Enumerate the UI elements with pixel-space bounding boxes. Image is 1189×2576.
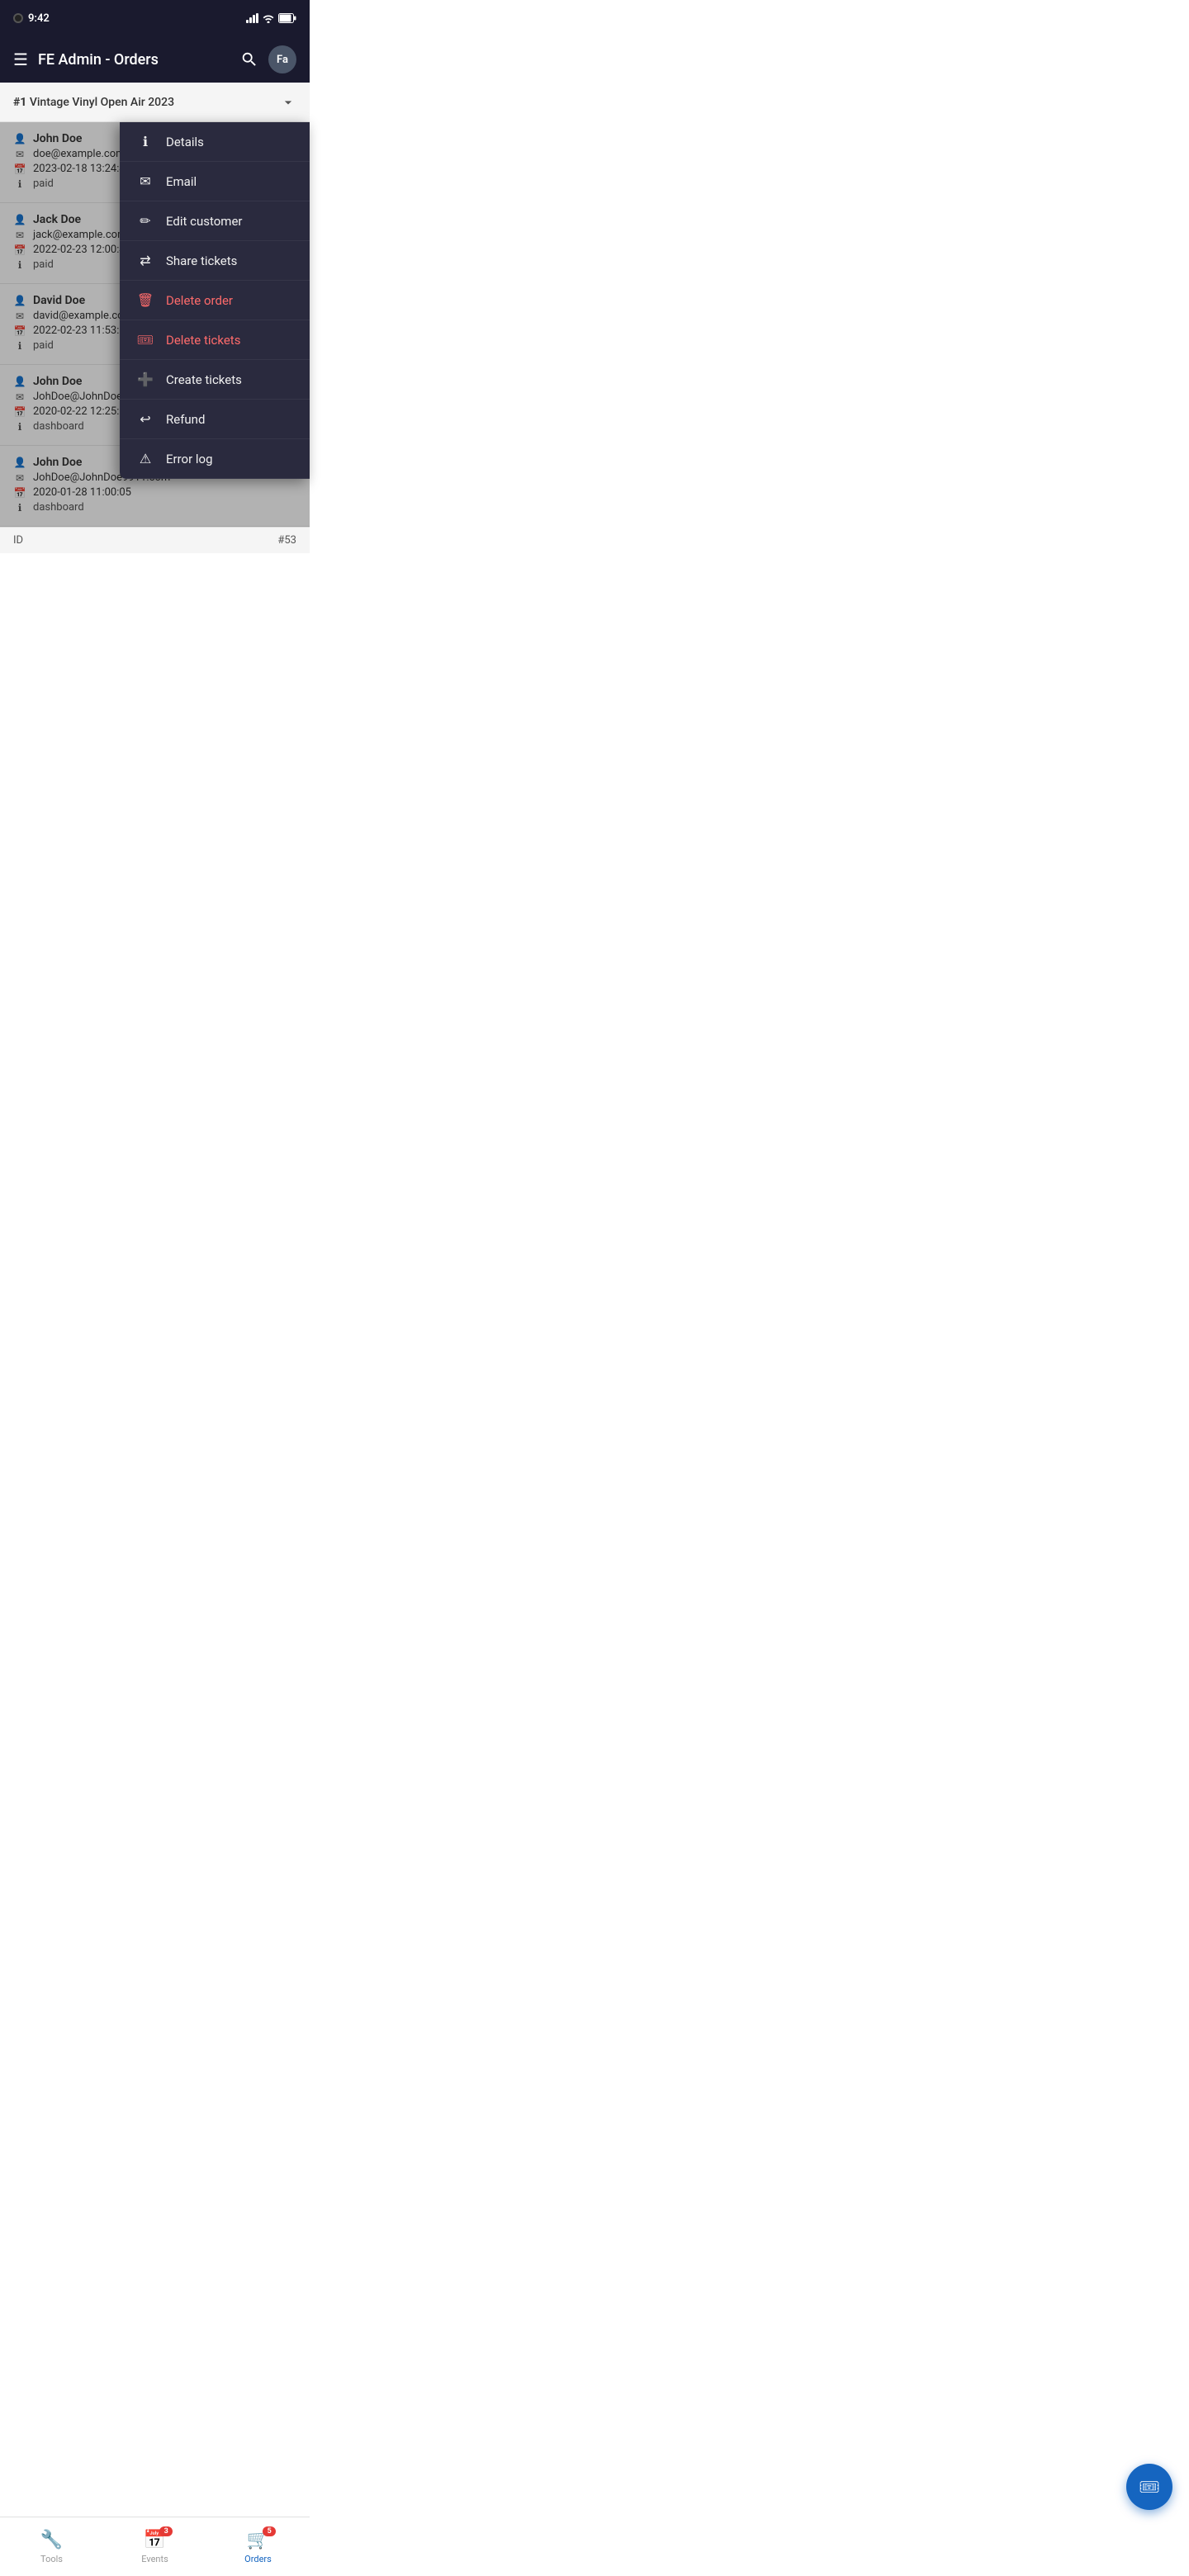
bottom-nav: 🔧 Tools 📅3 Events 🛒5 Orders xyxy=(0,2517,310,2576)
avatar[interactable]: Fa xyxy=(268,45,296,73)
event-selector[interactable]: #1 Vintage Vinyl Open Air 2023 xyxy=(0,83,310,122)
menu-item-label-delete-order: Delete order xyxy=(166,293,233,308)
fab-icon: 🎟 xyxy=(1139,2477,1159,2497)
menu-item-icon-details: ℹ xyxy=(136,134,154,149)
search-icon[interactable] xyxy=(240,50,258,69)
menu-item-label-error-log: Error log xyxy=(166,452,213,466)
menu-item-share-tickets[interactable]: ⇄ Share tickets xyxy=(120,241,310,281)
status-right xyxy=(246,13,296,23)
app-header: ☰ FE Admin - Orders Fa xyxy=(0,36,310,83)
nav-icon-tools: 🔧 xyxy=(40,2530,63,2550)
status-time: 9:42 xyxy=(28,12,50,25)
menu-item-icon-delete-order: 🗑 xyxy=(136,292,154,308)
orders-section: 👤 John Doe ✉ doe@example.com 📅 2023-02-1… xyxy=(0,122,310,527)
menu-item-icon-refund: ↩ xyxy=(136,411,154,427)
nav-badge-orders: 5 xyxy=(263,2526,276,2536)
wifi-icon xyxy=(262,13,275,23)
menu-item-create-tickets[interactable]: ➕ Create tickets xyxy=(120,360,310,400)
menu-item-error-log[interactable]: ⚠ Error log xyxy=(120,439,310,479)
menu-item-label-refund: Refund xyxy=(166,412,205,427)
nav-label-tools: Tools xyxy=(40,2554,63,2564)
menu-item-label-edit-customer: Edit customer xyxy=(166,214,243,229)
menu-item-icon-create-tickets: ➕ xyxy=(136,372,154,387)
table-order-num: #53 xyxy=(277,534,296,547)
menu-item-label-delete-tickets: Delete tickets xyxy=(166,333,240,348)
table-id-label: ID xyxy=(13,534,23,547)
chevron-down-icon xyxy=(280,94,296,111)
menu-item-delete-tickets[interactable]: 🎟 Delete tickets xyxy=(120,320,310,360)
menu-item-email[interactable]: ✉ Email xyxy=(120,162,310,201)
fab-button[interactable]: 🎟 xyxy=(1126,2464,1172,2510)
menu-item-label-share-tickets: Share tickets xyxy=(166,253,237,268)
nav-icon-orders: 🛒5 xyxy=(247,2530,269,2550)
context-menu: ℹ Details ✉ Email ✏ Edit customer ⇄ Shar… xyxy=(120,122,310,479)
menu-item-label-create-tickets: Create tickets xyxy=(166,372,242,387)
event-selector-text: #1 Vintage Vinyl Open Air 2023 xyxy=(13,96,174,109)
menu-item-label-details: Details xyxy=(166,135,204,149)
menu-item-delete-order[interactable]: 🗑 Delete order xyxy=(120,281,310,320)
battery-icon xyxy=(278,13,296,23)
menu-item-details[interactable]: ℹ Details xyxy=(120,122,310,162)
header-title: FE Admin - Orders xyxy=(38,51,230,69)
menu-item-label-email: Email xyxy=(166,174,197,189)
event-name: Vintage Vinyl Open Air 2023 xyxy=(30,96,174,109)
status-dot xyxy=(13,13,23,23)
menu-item-icon-error-log: ⚠ xyxy=(136,451,154,466)
nav-icon-events: 📅3 xyxy=(144,2530,166,2550)
status-bar: 9:42 xyxy=(0,0,310,36)
nav-badge-events: 3 xyxy=(159,2526,173,2536)
nav-item-tools[interactable]: 🔧 Tools xyxy=(0,2517,103,2576)
signal-icon xyxy=(246,13,258,23)
nav-label-events: Events xyxy=(141,2554,168,2564)
event-prefix: #1 xyxy=(13,96,26,109)
header-icons: Fa xyxy=(240,45,296,73)
menu-icon[interactable]: ☰ xyxy=(13,50,28,69)
nav-item-events[interactable]: 📅3 Events xyxy=(103,2517,206,2576)
menu-item-icon-email: ✉ xyxy=(136,173,154,189)
menu-item-icon-delete-tickets: 🎟 xyxy=(136,332,154,348)
menu-item-refund[interactable]: ↩ Refund xyxy=(120,400,310,439)
nav-item-orders[interactable]: 🛒5 Orders xyxy=(206,2517,310,2576)
status-left: 9:42 xyxy=(13,12,50,25)
menu-item-edit-customer[interactable]: ✏ Edit customer xyxy=(120,201,310,241)
nav-label-orders: Orders xyxy=(244,2554,272,2564)
menu-item-icon-share-tickets: ⇄ xyxy=(136,253,154,268)
menu-item-icon-edit-customer: ✏ xyxy=(136,213,154,229)
table-footer: ID #53 xyxy=(0,527,310,553)
